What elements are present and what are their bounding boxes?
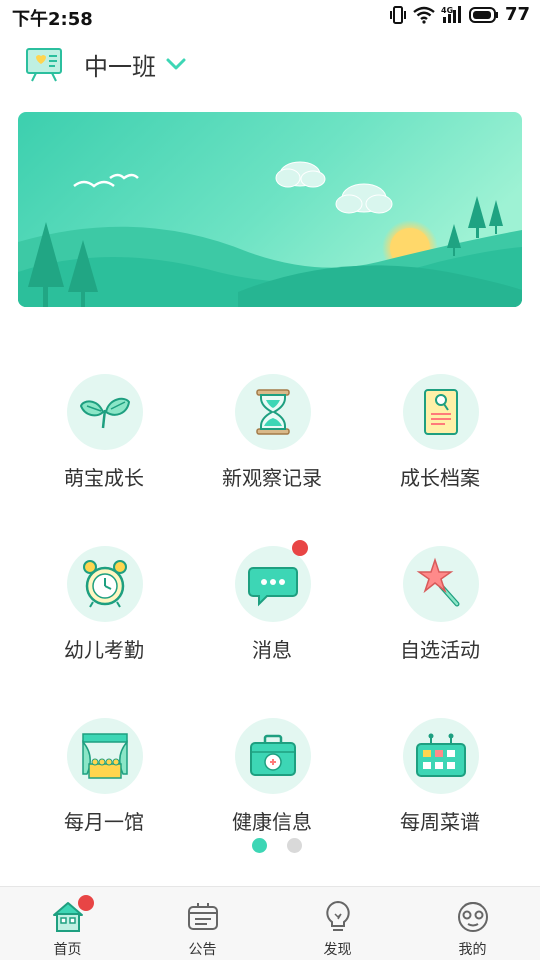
wifi-icon xyxy=(413,6,435,24)
grid-icon-circle xyxy=(67,546,143,622)
grid-item-activities[interactable]: 自选活动 xyxy=(350,540,530,680)
menu-board-icon xyxy=(416,733,466,777)
grid-item-label: 新观察记录 xyxy=(222,466,322,490)
chat-bubble-icon xyxy=(248,567,298,607)
status-time: 下午2:58 xyxy=(12,9,93,30)
tab-home[interactable]: 首页 xyxy=(0,887,135,960)
grid-icon-circle xyxy=(403,546,479,622)
banner-carousel[interactable] xyxy=(18,112,522,307)
status-icons: 4G 77 xyxy=(389,4,530,25)
bottom-tab-bar: 首页 公告 发现 我的 xyxy=(0,886,540,960)
grid-icon-circle xyxy=(403,718,479,794)
unread-badge xyxy=(292,540,308,556)
alarm-clock-icon xyxy=(83,560,127,608)
grid-icon-circle xyxy=(235,718,311,794)
grid-item-label: 健康信息 xyxy=(232,810,312,834)
tab-label: 我的 xyxy=(458,942,487,958)
grid-item-label: 自选活动 xyxy=(400,638,480,662)
grid-icon-circle xyxy=(235,546,311,622)
tab-label: 首页 xyxy=(53,942,82,958)
sprout-icon xyxy=(79,397,131,429)
signal-4g-icon: 4G xyxy=(441,5,461,23)
tab-notice[interactable]: 公告 xyxy=(135,887,270,960)
grid-item-weekly-menu[interactable]: 每周菜谱 xyxy=(350,712,530,852)
tab-label: 发现 xyxy=(323,942,352,958)
grid-item-label: 消息 xyxy=(252,638,292,662)
grid-item-archive[interactable]: 成长档案 xyxy=(350,368,530,508)
lightbulb-icon xyxy=(326,900,350,931)
grid-item-growth[interactable]: 萌宝成长 xyxy=(14,368,194,508)
banner-landscape-illustration xyxy=(18,112,522,307)
grid-item-label: 萌宝成长 xyxy=(64,466,144,490)
page-dot[interactable] xyxy=(287,838,302,853)
classroom-board-icon xyxy=(26,48,62,82)
page-dot-active[interactable] xyxy=(252,838,267,853)
class-selector[interactable]: 中一班 xyxy=(24,44,188,84)
stage-icon xyxy=(82,733,128,779)
grid-item-messages[interactable]: 消息 xyxy=(182,540,362,680)
grid-icon-circle xyxy=(403,374,479,450)
battery-level: 77 xyxy=(504,4,530,25)
archive-folder-icon xyxy=(424,389,458,435)
battery-icon xyxy=(468,6,498,23)
medical-kit-icon xyxy=(250,734,296,776)
grid-icon-circle xyxy=(67,374,143,450)
tab-profile[interactable]: 我的 xyxy=(405,887,540,960)
grid-icon-circle xyxy=(235,374,311,450)
profile-icon xyxy=(458,902,488,932)
grid-item-label: 每月一馆 xyxy=(64,810,144,834)
grid-item-health[interactable]: 健康信息 xyxy=(182,712,362,852)
class-name: 中一班 xyxy=(84,52,156,81)
chevron-down-icon xyxy=(166,58,186,70)
grid-item-label: 幼儿考勤 xyxy=(64,638,144,662)
svg-text:4G: 4G xyxy=(441,6,453,15)
hourglass-icon xyxy=(256,389,290,435)
grid-item-attendance[interactable]: 幼儿考勤 xyxy=(14,540,194,680)
tab-label: 公告 xyxy=(188,942,217,958)
grid-icon-circle xyxy=(67,718,143,794)
grid-item-label: 每周菜谱 xyxy=(400,810,480,834)
status-bar: 下午2:58 4G 77 xyxy=(0,0,540,32)
vibrate-icon xyxy=(389,5,406,24)
star-wand-icon xyxy=(416,557,460,607)
notice-icon xyxy=(188,903,218,930)
tab-discover[interactable]: 发现 xyxy=(270,887,405,960)
home-badge xyxy=(78,895,94,911)
grid-item-observation[interactable]: 新观察记录 xyxy=(182,368,362,508)
page-indicator xyxy=(252,838,302,853)
grid-item-label: 成长档案 xyxy=(400,466,480,490)
grid-item-monthly-hall[interactable]: 每月一馆 xyxy=(14,712,194,852)
